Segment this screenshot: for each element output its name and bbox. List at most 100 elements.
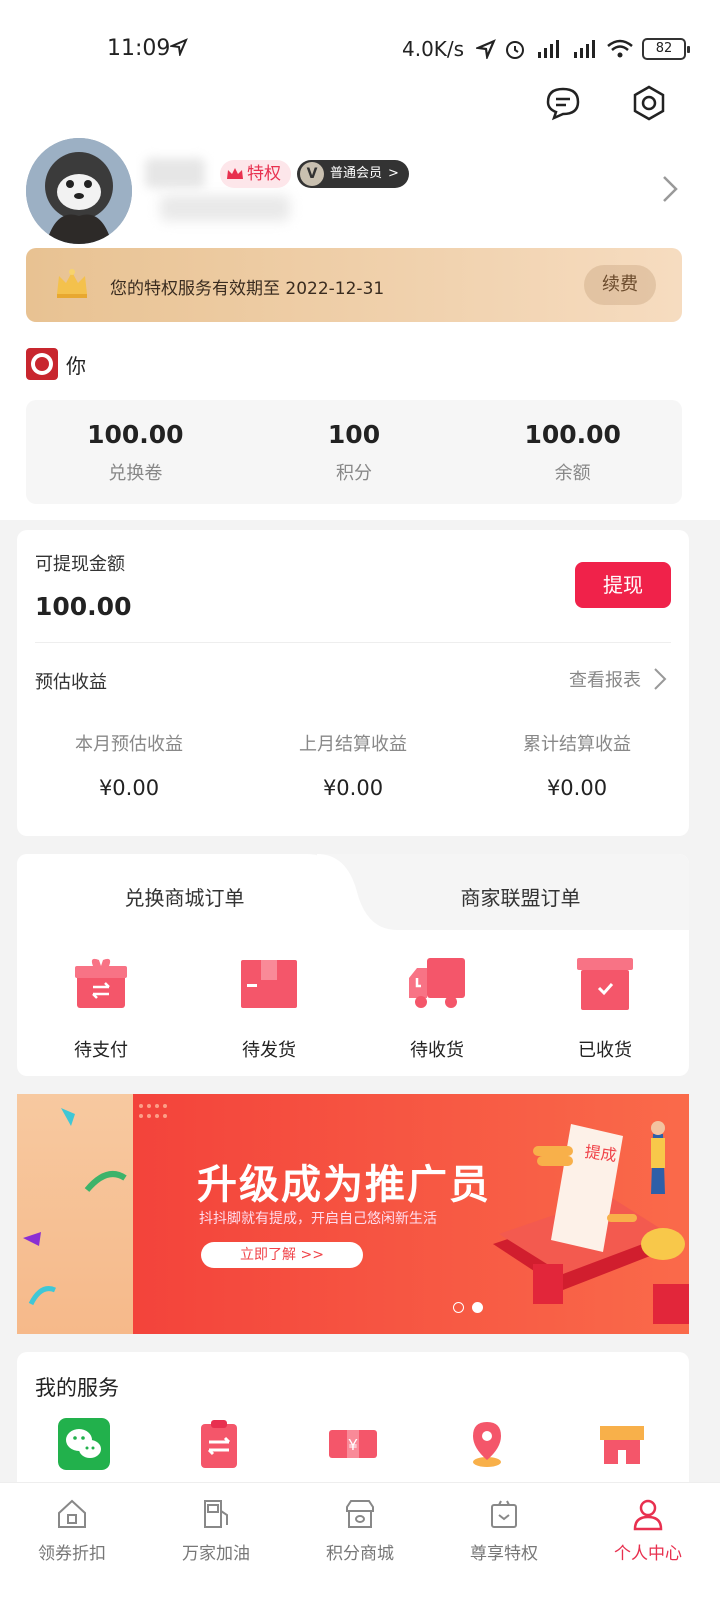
nav-label: 万家加油 xyxy=(182,1544,250,1564)
nav-privileges[interactable]: 尊享特权 xyxy=(432,1483,576,1600)
shop-name: 你 xyxy=(66,354,86,378)
view-report-link[interactable]: 查看报表 xyxy=(569,666,667,692)
home-icon xyxy=(58,1499,86,1528)
nav-label: 领券折扣 xyxy=(38,1544,106,1564)
confetti-decoration xyxy=(23,1108,127,1306)
earning-label: 本月预估收益 xyxy=(75,734,183,755)
user-id-blurred xyxy=(160,195,290,221)
location-arrow-icon xyxy=(170,38,188,56)
stat-value: 100.00 xyxy=(524,420,621,449)
stat-label: 兑换卷 xyxy=(108,463,163,484)
withdraw-card: 可提现金额 100.00 提现 预估收益 查看报表 本月预估收益 ¥0.00 上… xyxy=(17,530,689,836)
earnings-row: 本月预估收益 ¥0.00 上月结算收益 ¥0.00 累计结算收益 ¥0.00 xyxy=(17,730,689,800)
nav-personal-center[interactable]: 个人中心 xyxy=(576,1483,720,1600)
order-pending-receipt[interactable]: 待收货 xyxy=(353,954,521,1062)
carousel-dot[interactable] xyxy=(453,1302,464,1313)
shop-front-icon xyxy=(599,1426,644,1464)
map-pin-icon xyxy=(473,1422,502,1467)
gold-crown-icon xyxy=(57,269,87,298)
fuel-icon xyxy=(204,1500,228,1528)
services-row: ¥ xyxy=(17,1418,689,1470)
withdraw-button[interactable]: 提现 xyxy=(575,562,671,608)
network-speed: 4.0K/s xyxy=(402,37,465,61)
service-location[interactable] xyxy=(420,1418,554,1470)
privilege-bag-icon xyxy=(491,1500,517,1528)
truck-icon xyxy=(409,958,465,1008)
avatar[interactable] xyxy=(26,138,132,244)
service-store[interactable] xyxy=(555,1418,689,1470)
nav-coupons[interactable]: 领券折扣 xyxy=(0,1483,144,1600)
service-coupon[interactable]: ¥ xyxy=(286,1418,420,1470)
v-badge-icon: V xyxy=(300,162,324,186)
store-icon xyxy=(346,1500,374,1528)
alarm-icon xyxy=(506,41,524,59)
view-report-label: 查看报表 xyxy=(569,670,641,691)
order-status-label: 待发货 xyxy=(242,1040,296,1061)
nav-label: 积分商城 xyxy=(326,1544,394,1564)
carousel-dots xyxy=(453,1302,483,1313)
bottom-navigation: 领券折扣 万家加油 积分商城 尊享特权 个人中心 xyxy=(0,1482,720,1600)
earning-value: ¥0.00 xyxy=(322,776,384,800)
person-icon xyxy=(633,1499,663,1531)
withdrawable-label: 可提现金额 xyxy=(35,554,125,575)
banner-previous-slide xyxy=(17,1094,133,1334)
order-pending-payment[interactable]: 待支付 xyxy=(17,954,185,1062)
settings-gear-icon[interactable] xyxy=(630,84,668,122)
shop-logo-image xyxy=(31,353,53,375)
location-arrow-icon xyxy=(476,39,496,59)
stat-points[interactable]: 100 积分 xyxy=(245,400,464,504)
clipboard-exchange-icon xyxy=(200,1420,237,1468)
chevron-right-icon[interactable] xyxy=(660,175,680,203)
earning-value: ¥0.00 xyxy=(98,776,160,800)
promoter-banner[interactable]: 提成 升级成为推广员 抖抖脚就有提成，开启自己悠闲新生活 立即了解 >> xyxy=(17,1094,689,1334)
account-stats: 100.00 兑换卷 100 积分 100.00 余额 xyxy=(26,400,682,504)
earning-label: 上月结算收益 xyxy=(299,734,407,755)
member-tag-arrow: > xyxy=(388,166,399,181)
renew-button[interactable]: 续费 xyxy=(584,265,656,305)
chevron-right-icon xyxy=(654,668,667,690)
earning-this-month: 本月预估收益 ¥0.00 xyxy=(17,730,241,800)
privilege-tag: 特权 xyxy=(220,160,291,188)
banner-title: 升级成为推广员 xyxy=(197,1162,491,1208)
wifi-icon xyxy=(607,39,633,58)
order-status-row: 待支付 待发货 待收货 已收货 xyxy=(17,954,689,1062)
order-pending-shipment[interactable]: 待发货 xyxy=(185,954,353,1062)
carousel-dot-active[interactable] xyxy=(472,1302,483,1313)
tab-merchant-orders[interactable]: 商家联盟订单 xyxy=(352,882,689,911)
service-wechat[interactable] xyxy=(17,1418,151,1470)
orders-card: 兑换商城订单 商家联盟订单 待支付 待发货 待收货 已收货 xyxy=(17,854,689,1076)
stat-vouchers[interactable]: 100.00 兑换卷 xyxy=(26,400,245,504)
gift-box-icon xyxy=(75,958,127,1008)
status-time: 11:09 xyxy=(107,36,171,61)
stat-value: 100.00 xyxy=(87,420,184,449)
service-transfer[interactable] xyxy=(151,1418,285,1470)
stat-value: 100 xyxy=(327,420,381,449)
order-tabs: 兑换商城订单 商家联盟订单 xyxy=(17,854,689,930)
yen-ticket-icon: ¥ xyxy=(329,1430,378,1458)
banner-receipt-text: 提成 xyxy=(583,1141,618,1166)
tab-exchange-orders[interactable]: 兑换商城订单 xyxy=(17,882,352,911)
status-icons: 82 xyxy=(476,38,690,60)
package-icon xyxy=(241,960,297,1008)
services-title: 我的服务 xyxy=(35,1376,119,1400)
order-received[interactable]: 已收货 xyxy=(521,954,689,1062)
earning-total: 累计结算收益 ¥0.00 xyxy=(465,730,689,800)
nav-label: 个人中心 xyxy=(614,1544,682,1564)
signal-hd-icon xyxy=(574,40,595,58)
status-bar: 11:09 4.0K/s 82 xyxy=(0,0,720,96)
privilege-expiry-banner: 您的特权服务有效期至 2022-12-31 续费 xyxy=(26,248,682,322)
member-tag-label: 普通会员 xyxy=(330,166,383,181)
battery-indicator: 82 xyxy=(642,38,690,60)
earning-value: ¥0.00 xyxy=(546,776,608,800)
stat-balance[interactable]: 100.00 余额 xyxy=(463,400,682,504)
avatar-image xyxy=(26,138,132,244)
svg-text:¥: ¥ xyxy=(348,1437,358,1454)
signal-hd-icon xyxy=(538,40,559,58)
crown-icon xyxy=(227,168,243,179)
member-level-tag[interactable]: V 普通会员 > xyxy=(297,160,409,188)
nav-fuel[interactable]: 万家加油 xyxy=(144,1483,288,1600)
message-icon[interactable] xyxy=(544,84,582,122)
nav-points-mall[interactable]: 积分商城 xyxy=(288,1483,432,1600)
banner-learn-more-button[interactable]: 立即了解 >> xyxy=(201,1242,363,1268)
order-status-label: 已收货 xyxy=(578,1040,632,1061)
